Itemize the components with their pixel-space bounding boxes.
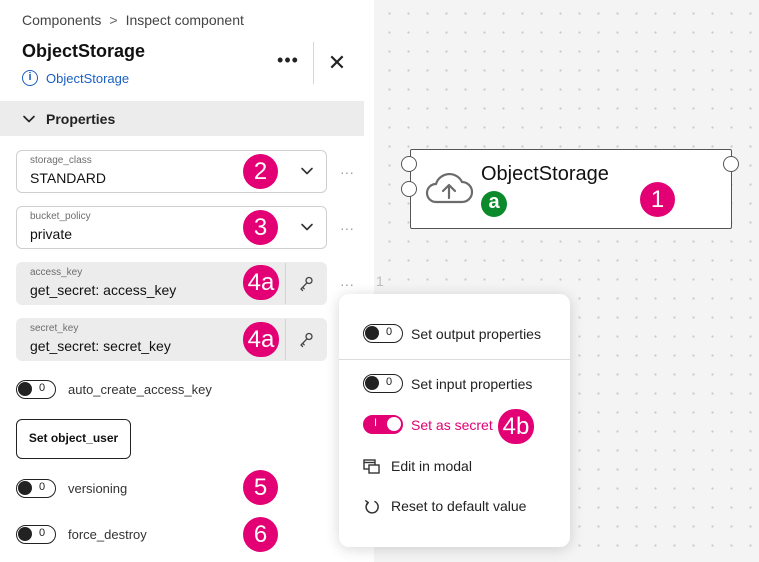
breadcrumb-parent[interactable]: Components (22, 12, 101, 28)
force-destroy-label: force_destroy (68, 527, 147, 542)
annotation-badge-node: 1 (640, 182, 675, 217)
annotation-badge-secret-key: 4a (243, 322, 279, 357)
access-key-field[interactable]: access_key get_secret: access_key (16, 262, 327, 305)
field-value: get_secret: secret_key (30, 338, 171, 354)
annotation-badge-versioning: 5 (243, 470, 278, 505)
storage-class-select[interactable]: storage_class STANDARD (16, 150, 327, 193)
toggle-knob (18, 527, 32, 541)
versioning-label: versioning (68, 481, 128, 496)
annotation-badge-storage-class: 2 (243, 154, 278, 189)
set-input-properties-toggle[interactable]: 0 (363, 374, 403, 393)
toggle-knob (387, 417, 401, 431)
chevron-down-icon (23, 115, 35, 122)
set-input-properties-item[interactable]: Set input properties (411, 376, 532, 392)
set-output-properties-item[interactable]: Set output properties (411, 326, 541, 342)
edit-in-modal-item[interactable]: Edit in modal (391, 458, 472, 474)
breadcrumb-separator: > (109, 12, 118, 28)
more-options-button[interactable]: ••• (274, 50, 302, 76)
set-as-secret-toggle[interactable]: I (363, 415, 403, 434)
toggle-value: 0 (386, 376, 393, 388)
chevron-down-icon[interactable] (300, 220, 314, 234)
row-menu-dots-icon[interactable]: ··· (338, 221, 356, 235)
field-divider (285, 263, 286, 304)
toggle-knob (18, 481, 32, 495)
canvas-stray-mark: 1 (376, 273, 384, 289)
set-as-secret-item[interactable]: Set as secret (411, 417, 493, 433)
page-title: ObjectStorage (22, 41, 146, 61)
component-type-label[interactable]: ObjectStorage (46, 71, 129, 86)
toggle-knob (365, 376, 379, 390)
field-label: bucket_policy (30, 211, 91, 222)
field-label: storage_class (30, 155, 92, 166)
key-icon[interactable] (298, 332, 314, 348)
toggle-value: I (374, 417, 378, 429)
key-icon[interactable] (298, 276, 314, 292)
field-value: private (30, 226, 73, 242)
annotation-badge-node-letter: a (481, 191, 507, 217)
chevron-down-icon[interactable] (300, 164, 314, 178)
node-title: ObjectStorage (481, 163, 609, 185)
field-label: access_key (30, 267, 83, 278)
auto-create-access-key-toggle[interactable]: 0 (16, 380, 56, 399)
component-type-link[interactable]: i ObjectStorage (22, 70, 129, 86)
toggle-value: 0 (39, 382, 46, 394)
header-divider (313, 42, 314, 84)
secret-key-field[interactable]: secret_key get_secret: secret_key (16, 318, 327, 361)
versioning-toggle[interactable]: 0 (16, 479, 56, 498)
input-port-bottom[interactable] (401, 181, 417, 197)
field-label: secret_key (30, 323, 79, 334)
cloud-upload-icon (425, 172, 474, 204)
annotation-badge-access-key: 4a (243, 265, 279, 300)
field-divider (285, 319, 286, 360)
property-context-menu: 0 Set output properties 0 Set input prop… (339, 294, 570, 547)
info-icon: i (22, 70, 38, 86)
reset-to-default-item[interactable]: Reset to default value (391, 498, 526, 514)
toggle-value: 0 (386, 326, 393, 338)
toggle-value: 0 (39, 527, 46, 539)
set-object-user-button[interactable]: Set object_user (16, 419, 131, 459)
open-modal-icon (363, 459, 380, 474)
breadcrumb: Components > Inspect component (22, 12, 244, 28)
annotation-badge-set-as-secret: 4b (498, 409, 534, 444)
properties-section-label: Properties (46, 110, 116, 127)
toggle-value: 0 (39, 481, 46, 493)
breadcrumb-current: Inspect component (125, 12, 244, 28)
output-port[interactable] (723, 156, 739, 172)
toggle-knob (18, 382, 32, 396)
close-button[interactable]: ✕ (324, 51, 350, 77)
auto-create-access-key-label: auto_create_access_key (68, 382, 212, 397)
reset-icon (365, 500, 379, 514)
field-value: get_secret: access_key (30, 282, 177, 298)
row-menu-dots-icon[interactable]: ··· (338, 165, 356, 179)
input-port-top[interactable] (401, 156, 417, 172)
set-output-properties-toggle[interactable]: 0 (363, 324, 403, 343)
force-destroy-toggle[interactable]: 0 (16, 525, 56, 544)
annotation-badge-force-destroy: 6 (243, 517, 278, 552)
menu-divider (339, 359, 570, 360)
properties-section-header[interactable]: Properties (0, 101, 364, 136)
field-value: STANDARD (30, 170, 106, 186)
row-menu-dots-icon[interactable]: ··· (338, 277, 356, 291)
bucket-policy-select[interactable]: bucket_policy private (16, 206, 327, 249)
annotation-badge-bucket-policy: 3 (243, 210, 278, 245)
toggle-knob (365, 326, 379, 340)
